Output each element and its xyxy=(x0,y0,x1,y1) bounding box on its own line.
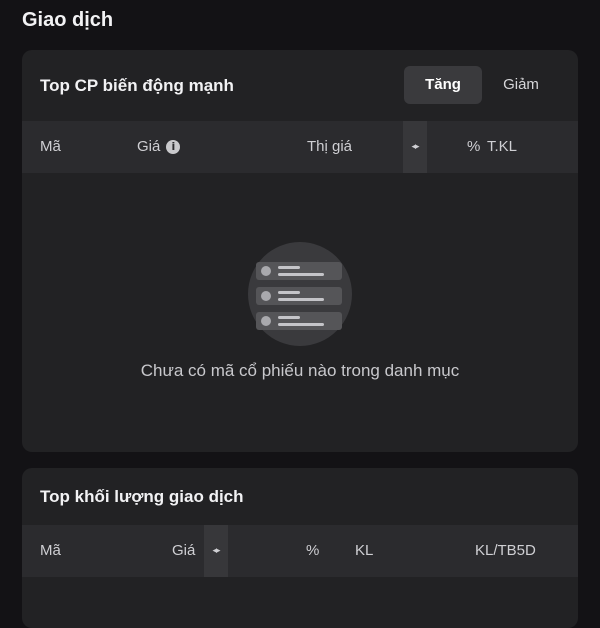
illustration-dot xyxy=(261,291,271,301)
column-percent[interactable]: % xyxy=(467,121,480,173)
column-volume-ratio[interactable]: KL/TB5D xyxy=(475,525,536,577)
column-market-price[interactable]: Thị giá xyxy=(307,121,352,173)
illustration-line xyxy=(278,266,300,269)
top-volume-title: Top khối lượng giao dịch xyxy=(40,487,244,506)
tab-losers[interactable]: Giảm xyxy=(482,66,560,104)
top-movers-title: Top CP biến động mạnh xyxy=(40,76,234,95)
sort-toggle-icon[interactable]: ◂▸ xyxy=(204,525,228,577)
column-price[interactable]: Giá xyxy=(137,138,160,155)
illustration-row xyxy=(256,287,342,305)
column-price[interactable]: Giá xyxy=(172,525,195,577)
illustration-line xyxy=(278,273,324,276)
illustration-line xyxy=(278,291,300,294)
top-movers-table-header: Mã Giá i Thị giá ◂▸ % T.KL xyxy=(22,121,578,173)
column-volume[interactable]: KL xyxy=(355,525,373,577)
illustration-row xyxy=(256,262,342,280)
column-volume[interactable]: T.KL xyxy=(487,121,517,173)
gain-loss-toggle: Tăng Giảm xyxy=(404,66,560,104)
illustration-line xyxy=(278,323,324,326)
illustration-row xyxy=(256,312,342,330)
top-volume-table-header: Mã Giá ◂▸ % KL KL/TB5D xyxy=(22,525,578,577)
illustration-dot xyxy=(261,266,271,276)
illustration-dot xyxy=(261,316,271,326)
column-price-group: Giá i xyxy=(137,121,181,173)
top-volume-card: Top khối lượng giao dịch Mã Giá ◂▸ % KL … xyxy=(22,468,578,628)
tab-gainers[interactable]: Tăng xyxy=(404,66,482,104)
column-percent[interactable]: % xyxy=(306,525,319,577)
empty-list-illustration xyxy=(248,242,352,346)
column-symbol[interactable]: Mã xyxy=(40,121,61,173)
illustration-line xyxy=(278,316,300,319)
empty-state-message: Chưa có mã cổ phiếu nào trong danh mục xyxy=(140,361,460,380)
top-movers-card: Top CP biến động mạnh Tăng Giảm Mã Giá i … xyxy=(22,50,578,452)
sort-toggle-icon[interactable]: ◂▸ xyxy=(403,121,427,173)
illustration-line xyxy=(278,298,324,301)
page-title: Giao dịch xyxy=(22,9,114,31)
column-symbol[interactable]: Mã xyxy=(40,525,61,577)
info-icon[interactable]: i xyxy=(166,140,181,155)
